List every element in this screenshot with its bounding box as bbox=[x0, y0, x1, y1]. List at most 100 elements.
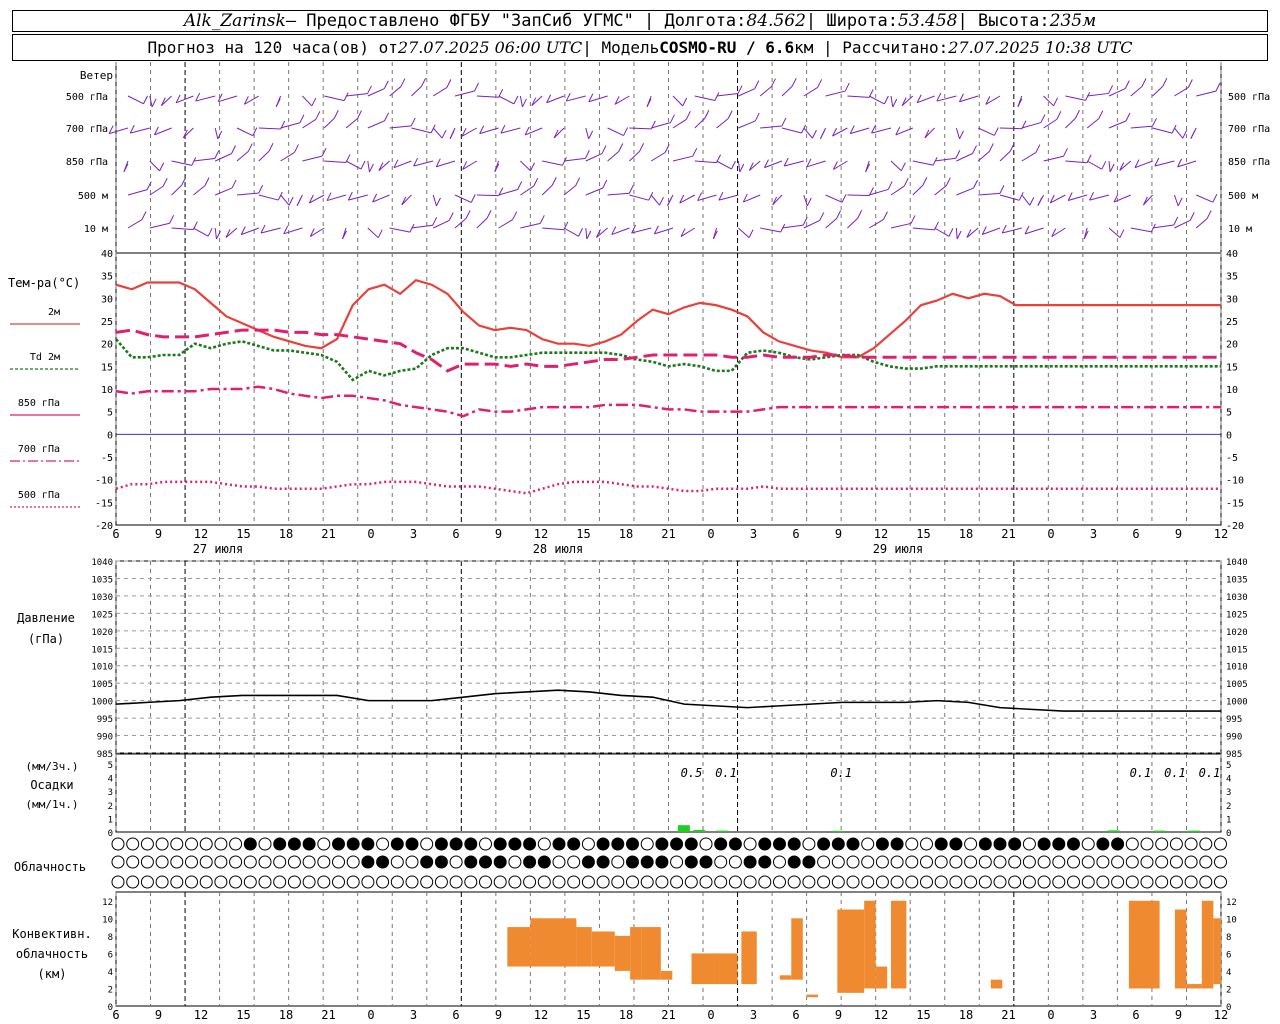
cloud-symbol bbox=[802, 855, 816, 869]
wind-barb-feather bbox=[955, 150, 961, 159]
wind-barb-feather bbox=[819, 130, 825, 139]
wind-barb-feather bbox=[384, 112, 389, 122]
cloud-symbol bbox=[1111, 875, 1125, 889]
wind-barb-feather bbox=[315, 111, 321, 120]
wind-barb bbox=[629, 194, 649, 201]
wind-barb bbox=[847, 194, 870, 197]
wind-barb bbox=[1152, 85, 1164, 97]
wind-barb-feather bbox=[486, 210, 492, 219]
wind-barb bbox=[411, 127, 432, 134]
conv-cloud-bar bbox=[591, 931, 615, 967]
cloud-symbol bbox=[846, 875, 860, 889]
cloud-symbol bbox=[420, 837, 434, 851]
day-label: 27 июля bbox=[193, 542, 244, 556]
wind-barb bbox=[258, 150, 270, 162]
cloud-symbol bbox=[1008, 855, 1022, 869]
cloud-symbol bbox=[434, 837, 448, 851]
cloud-symbol bbox=[567, 837, 581, 851]
conv-tick-label-right: 4 bbox=[1226, 968, 1231, 978]
wind-barb-feather bbox=[1101, 160, 1107, 170]
cloud-symbol bbox=[978, 855, 992, 869]
wind-barb-feather bbox=[1215, 82, 1221, 92]
cloud-title: Облачность bbox=[14, 860, 86, 874]
wind-barb bbox=[563, 227, 579, 237]
cloud-symbol bbox=[170, 837, 184, 851]
wind-barb bbox=[803, 87, 818, 97]
wind-level-label-right: 10 м bbox=[1228, 224, 1252, 235]
hour-tick-label: 12 bbox=[534, 527, 548, 541]
wind-barb-feather bbox=[704, 110, 710, 119]
wind-barb-feather bbox=[857, 210, 863, 219]
conv-cloud-bar bbox=[741, 931, 757, 985]
precip-tick-label-right: 3 bbox=[1226, 788, 1231, 798]
wind-barb bbox=[847, 217, 859, 229]
cloud-symbol bbox=[1140, 875, 1154, 889]
wind-barb bbox=[890, 222, 912, 229]
pressure-tick-label-right: 1025 bbox=[1226, 610, 1248, 620]
wind-barb bbox=[563, 185, 576, 196]
cloud-symbol bbox=[978, 875, 992, 889]
conv-cloud-bar bbox=[576, 927, 592, 967]
wind-level-label: 10 м bbox=[84, 224, 108, 235]
wind-barb bbox=[901, 95, 914, 107]
wind-barb bbox=[672, 155, 693, 162]
pressure-tick-label-right: 990 bbox=[1226, 733, 1242, 743]
cloud-symbol bbox=[670, 875, 684, 889]
conv-cloud-bar bbox=[891, 900, 907, 989]
cloud-symbol bbox=[537, 837, 551, 851]
cloud-symbol bbox=[684, 875, 698, 889]
cloud-symbol bbox=[1008, 837, 1022, 851]
cloud-symbol bbox=[875, 837, 889, 851]
cloud-symbol bbox=[949, 855, 963, 869]
cloud-symbol bbox=[581, 837, 595, 851]
cloud-symbol bbox=[1155, 837, 1169, 851]
pressure-tick-label: 1030 bbox=[91, 593, 113, 603]
pressure-tick-label: 1005 bbox=[91, 680, 113, 690]
hour-tick-label-bottom: 18 bbox=[959, 1008, 973, 1022]
wind-barb-feather bbox=[530, 162, 535, 171]
cloud-symbol bbox=[361, 837, 375, 851]
hour-tick-label: 12 bbox=[194, 527, 208, 541]
wind-barb bbox=[716, 118, 729, 129]
temp-tick-label: 20 bbox=[101, 340, 113, 351]
cloud-symbol bbox=[317, 875, 331, 889]
cloud-symbol bbox=[493, 837, 507, 851]
precip-annotation: 0.1 bbox=[1164, 766, 1186, 780]
wind-barb bbox=[1174, 127, 1184, 139]
wind-barb-feather bbox=[160, 97, 166, 106]
temp-tick-label-right: -20 bbox=[1226, 521, 1244, 532]
temp-tick-label: 10 bbox=[101, 385, 113, 396]
wind-barb-feather bbox=[841, 194, 847, 203]
temp-legend-label: 2м bbox=[48, 307, 60, 318]
pressure-tick-label: 990 bbox=[97, 733, 113, 743]
hour-tick-label-bottom: 9 bbox=[495, 1008, 502, 1022]
wind-barb-feather bbox=[294, 144, 299, 153]
hour-tick-label-bottom: 12 bbox=[1214, 1008, 1228, 1022]
wind-barb bbox=[672, 118, 687, 129]
conv-cloud-bar bbox=[1186, 984, 1202, 989]
wind-barb-feather bbox=[575, 177, 581, 186]
cloud-symbol bbox=[126, 837, 140, 851]
conv-cloud-bar bbox=[806, 994, 819, 998]
wind-barb bbox=[454, 218, 467, 229]
wind-barb-feather bbox=[1125, 112, 1131, 122]
wind-barb bbox=[127, 95, 144, 105]
wind-barb bbox=[476, 194, 499, 197]
wind-barb bbox=[1196, 194, 1214, 203]
wind-barb bbox=[738, 120, 756, 129]
cloud-symbol bbox=[596, 855, 610, 869]
wind-barb-feather bbox=[377, 229, 383, 238]
cloud-symbol bbox=[332, 875, 345, 889]
wind-barb-feather bbox=[231, 179, 237, 189]
conv-tick-label-right: 6 bbox=[1226, 950, 1231, 960]
cloud-symbol bbox=[1081, 837, 1095, 851]
temp-legend-label: 700 гПа bbox=[18, 444, 60, 455]
cloud-symbol bbox=[714, 837, 728, 851]
wind-barb bbox=[585, 227, 588, 240]
wind-barb bbox=[955, 127, 961, 140]
pressure-tick-label-right: 1035 bbox=[1226, 575, 1248, 585]
wind-barb bbox=[738, 88, 755, 97]
cloud-symbol bbox=[964, 875, 978, 889]
precip-bar bbox=[1188, 830, 1201, 832]
wind-barb bbox=[1086, 160, 1103, 170]
